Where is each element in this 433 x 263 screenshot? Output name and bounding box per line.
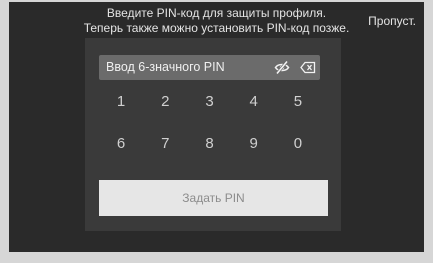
key-0[interactable]: 0 — [276, 133, 320, 155]
key-5[interactable]: 5 — [276, 91, 320, 113]
key-3[interactable]: 3 — [187, 91, 231, 113]
pin-setup-screen: Введите PIN-код для защиты профиля. Тепе… — [9, 2, 424, 252]
key-2[interactable]: 2 — [143, 91, 187, 113]
key-6[interactable]: 6 — [99, 133, 143, 155]
key-8[interactable]: 8 — [187, 133, 231, 155]
key-7[interactable]: 7 — [143, 133, 187, 155]
key-1[interactable]: 1 — [99, 91, 143, 113]
instructions: Введите PIN-код для защиты профиля. Тепе… — [9, 6, 424, 36]
eye-off-icon[interactable] — [274, 60, 290, 75]
pin-input-field[interactable]: Ввод 6-значного PIN — [99, 55, 320, 80]
instruction-line-2: Теперь также можно установить PIN-код по… — [83, 21, 350, 35]
keypad-row-1: 1 2 3 4 5 — [99, 91, 320, 113]
set-pin-button[interactable]: Задать PIN — [99, 180, 328, 216]
pin-input-placeholder: Ввод 6-значного PIN — [106, 60, 225, 74]
keypad-row-2: 6 7 8 9 0 — [99, 133, 320, 155]
pin-panel: Ввод 6-значного PIN 1 2 3 4 5 6 7 8 9 0 … — [85, 38, 341, 231]
backspace-icon[interactable] — [300, 61, 316, 74]
instruction-line-1: Введите PIN-код для защиты профиля. — [106, 6, 327, 20]
keypad: 1 2 3 4 5 6 7 8 9 0 — [99, 91, 320, 175]
key-9[interactable]: 9 — [232, 133, 276, 155]
key-4[interactable]: 4 — [232, 91, 276, 113]
skip-button[interactable]: Пропуст. — [368, 14, 416, 29]
